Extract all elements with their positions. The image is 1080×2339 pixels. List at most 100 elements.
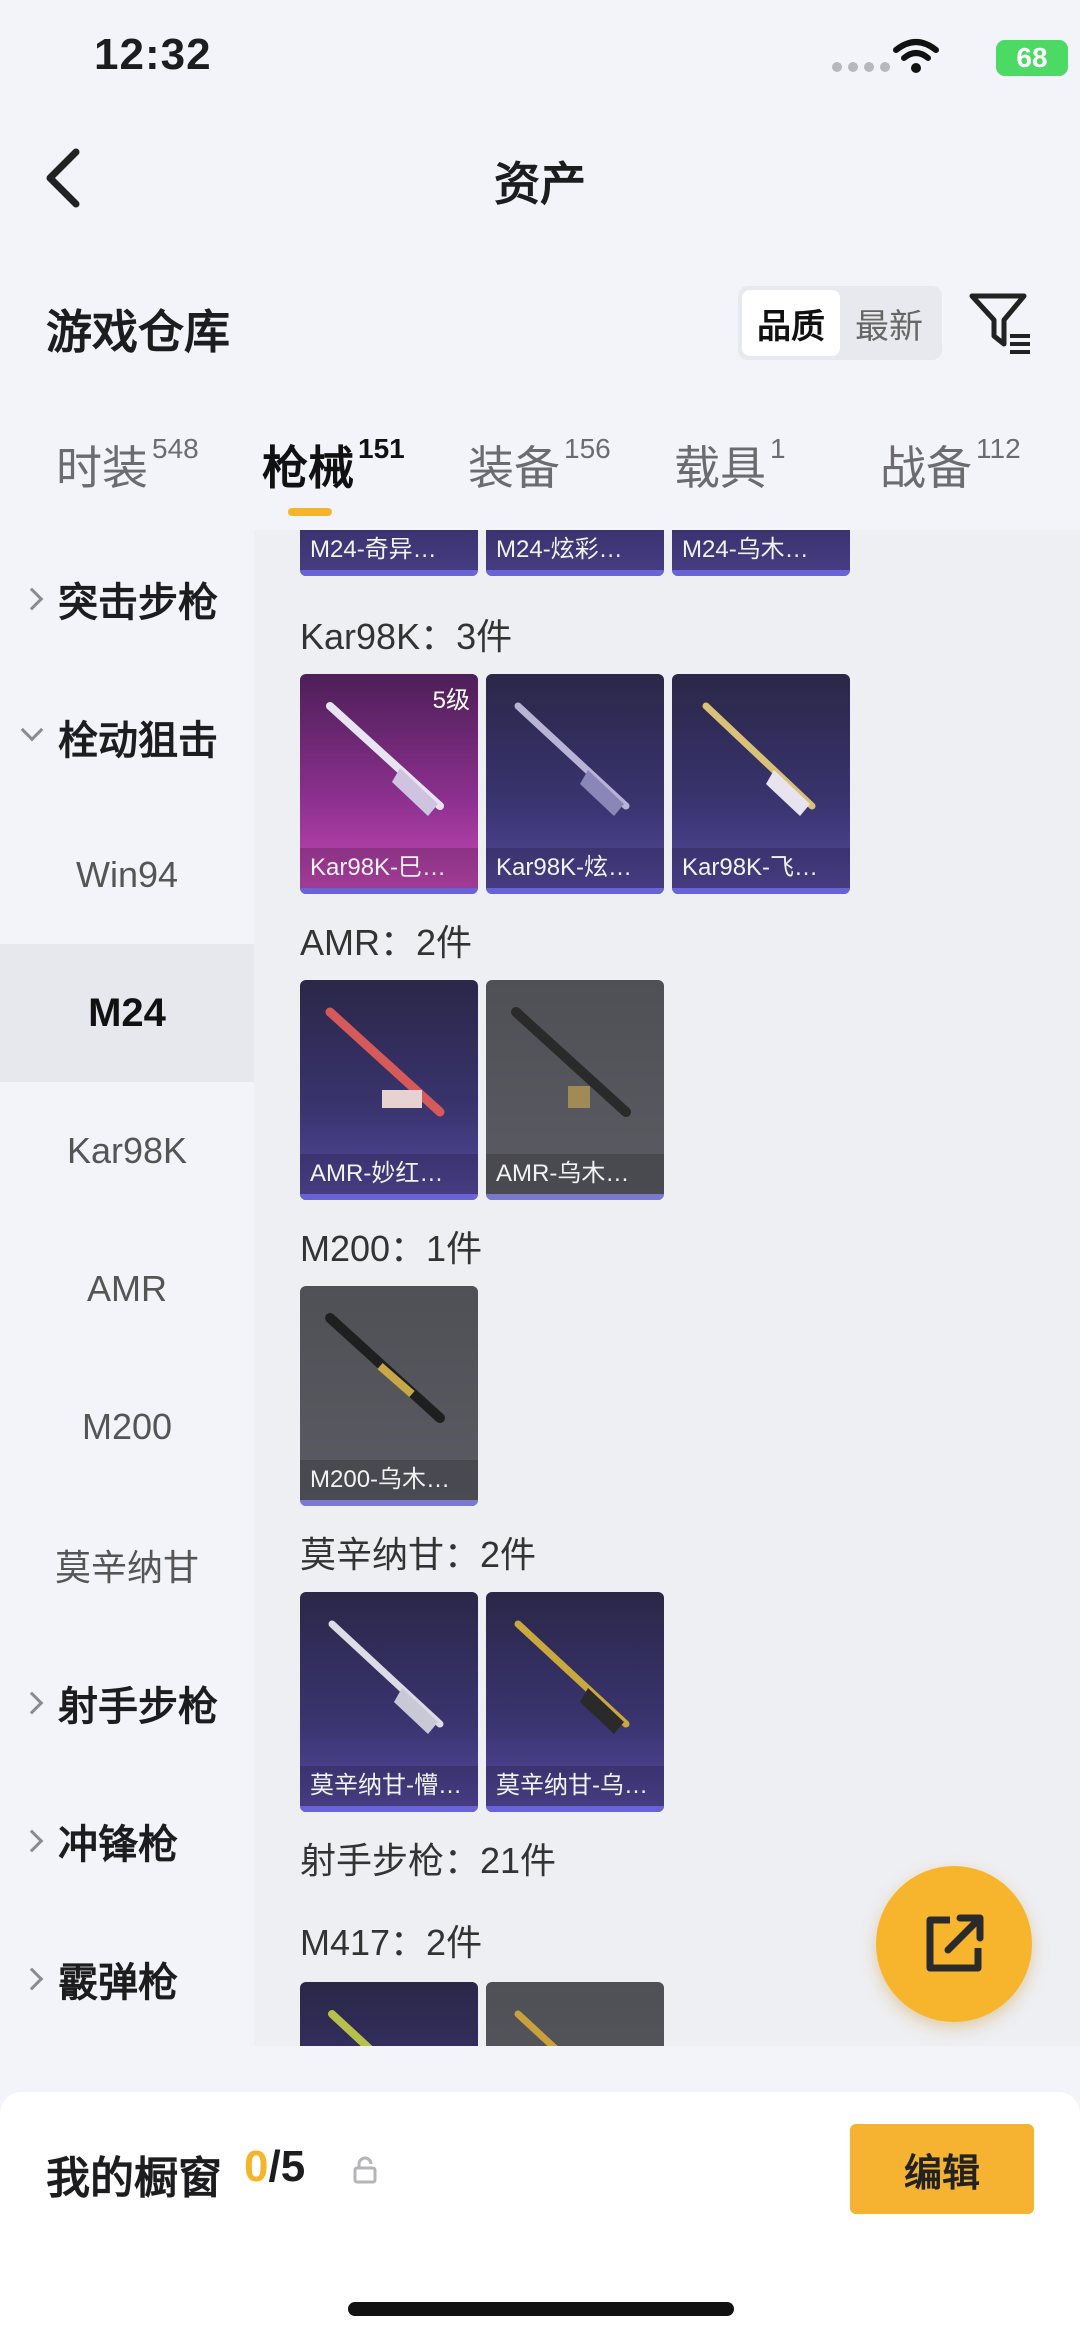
- tab-count: 112: [976, 432, 1021, 464]
- weapon-card[interactable]: 莫辛纳甘-懵…: [300, 1592, 478, 1812]
- sidebar-item-shotguns[interactable]: 霰弹枪: [0, 1910, 254, 2048]
- weapon-card[interactable]: M24-乌木…: [672, 530, 850, 576]
- sidebar-item-win94[interactable]: Win94: [0, 806, 254, 944]
- rarity-bar: [486, 1806, 664, 1812]
- rarity-bar: [300, 1194, 478, 1200]
- weapon-name: M24-奇异…: [300, 530, 478, 570]
- sidebar-item-label: 霰弹枪: [58, 1961, 178, 2005]
- tab-vehicles[interactable]: 载具 1: [674, 432, 786, 498]
- weapon-card[interactable]: [300, 1982, 478, 2046]
- weapon-name: M200-乌木…: [300, 1460, 478, 1500]
- edit-button[interactable]: 编辑: [850, 2124, 1034, 2214]
- lock-icon: [353, 2156, 377, 2184]
- rarity-bar: [672, 888, 850, 894]
- rifle-icon: [514, 2010, 558, 2046]
- sidebar-item-label: 突击步枪: [58, 581, 218, 625]
- weapon-card[interactable]: M200-乌木…: [300, 1286, 478, 1506]
- rifle-icon: [702, 702, 816, 816]
- sidebar-item-m200[interactable]: M200: [0, 1358, 254, 1496]
- weapon-card[interactable]: [486, 1982, 664, 2046]
- chevron-right-icon: [20, 1967, 44, 1991]
- sidebar-item-bolt-action-snipers[interactable]: 栓动狙击: [0, 668, 254, 806]
- tab-firearms[interactable]: 枪械 151: [262, 432, 405, 498]
- filter-icon[interactable]: [968, 290, 1034, 356]
- tab-label: 时装: [56, 442, 148, 494]
- sidebar-item-mosin-nagant[interactable]: 莫辛纳甘: [0, 1496, 254, 1634]
- rifle-icon: [514, 1620, 630, 1734]
- weapon-card[interactable]: AMR-妙红…: [300, 980, 478, 1200]
- showcase-total: /5: [268, 2142, 306, 2191]
- tab-supplies[interactable]: 战备 112: [880, 432, 1021, 498]
- rarity-bar: [300, 570, 478, 576]
- tab-label: 载具: [674, 442, 766, 494]
- chevron-down-icon: [20, 718, 44, 742]
- tab-count: 151: [358, 432, 405, 464]
- weapon-category-sidebar: 突击步枪 栓动狙击 Win94 M24 Kar98K AMR M200 莫辛纳甘…: [0, 530, 254, 2046]
- rifle-icon: [511, 1007, 631, 1117]
- chevron-right-icon: [20, 1829, 44, 1853]
- rifle-icon: [325, 1007, 445, 1117]
- tab-count: 156: [564, 432, 611, 464]
- home-indicator[interactable]: [348, 2302, 734, 2316]
- battery-indicator: 68: [996, 40, 1068, 76]
- group-heading: M200：1件: [300, 1228, 483, 1269]
- sort-option-latest[interactable]: 最新: [840, 290, 938, 356]
- weapon-card[interactable]: AMR-乌木…: [486, 980, 664, 1200]
- weapon-name: Kar98K-炫…: [486, 848, 664, 888]
- sidebar-item-amr[interactable]: AMR: [0, 1220, 254, 1358]
- weapon-name: Kar98K-巳…: [300, 848, 478, 888]
- rifle-icon: [514, 702, 630, 816]
- weapon-card[interactable]: 5级 Kar98K-巳…: [300, 674, 478, 894]
- sidebar-item-label: 栓动狙击: [58, 719, 218, 763]
- share-icon: [926, 1914, 984, 1972]
- sidebar-item-label: 冲锋枪: [58, 1823, 178, 1867]
- tab-count: 1: [770, 432, 786, 464]
- weapon-card[interactable]: Kar98K-炫…: [486, 674, 664, 894]
- group-heading: AMR：2件: [300, 922, 473, 963]
- weapon-name: 莫辛纳甘-懵…: [300, 1766, 478, 1806]
- rarity-bar: [300, 888, 478, 894]
- chevron-right-icon: [20, 587, 44, 611]
- sidebar-item-label: 射手步枪: [58, 1685, 218, 1729]
- tab-label: 装备: [468, 442, 560, 494]
- tab-fashion[interactable]: 时装 548: [56, 432, 199, 498]
- level-badge: 5级: [432, 687, 470, 714]
- sort-toggle: 品质 最新: [738, 286, 942, 360]
- weapon-card[interactable]: M24-炫彩…: [486, 530, 664, 576]
- group-heading: Kar98K：3件: [300, 616, 513, 657]
- tab-label: 战备: [880, 442, 972, 494]
- wifi-icon: [893, 39, 939, 73]
- sidebar-item-smgs[interactable]: 冲锋枪: [0, 1772, 254, 1910]
- weapon-grid-panel: M24-奇异… M24-炫彩… M24-乌木… Kar98K：3件 5级 Kar…: [254, 530, 1080, 2046]
- group-heading: M417：2件: [300, 1922, 483, 1963]
- showcase-count: 0/5: [244, 2142, 305, 2192]
- weapon-name: AMR-乌木…: [486, 1154, 664, 1194]
- weapon-card[interactable]: M24-奇异…: [300, 530, 478, 576]
- page-title: 资产: [494, 158, 586, 210]
- weapon-card[interactable]: 莫辛纳甘-乌…: [486, 1592, 664, 1812]
- warehouse-title: 游戏仓库: [46, 306, 230, 358]
- sidebar-item-m24[interactable]: M24: [0, 944, 254, 1082]
- rifle-icon: [328, 1620, 444, 1734]
- sidebar-item-kar98k[interactable]: Kar98K: [0, 1082, 254, 1220]
- tab-count: 548: [152, 432, 199, 464]
- rifle-icon: [325, 1313, 445, 1423]
- rifle-icon: [326, 702, 444, 816]
- rarity-bar: [486, 888, 664, 894]
- tab-equipment[interactable]: 装备 156: [468, 432, 611, 498]
- sidebar-item-assault-rifles[interactable]: 突击步枪: [0, 530, 254, 668]
- weapon-card[interactable]: Kar98K-飞…: [672, 674, 850, 894]
- showcase-title: 我的橱窗: [46, 2154, 222, 2203]
- share-button[interactable]: [876, 1866, 1032, 2022]
- rarity-bar: [672, 570, 850, 576]
- weapon-name: M24-炫彩…: [486, 530, 664, 570]
- tab-label: 枪械: [262, 442, 354, 494]
- weapon-name: 莫辛纳甘-乌…: [486, 1766, 664, 1806]
- section-heading: 射手步枪：21件: [300, 1840, 557, 1881]
- sort-option-quality[interactable]: 品质: [742, 290, 840, 356]
- cellular-signal-icon: [832, 62, 890, 72]
- rarity-bar: [300, 1500, 478, 1506]
- rarity-bar: [486, 570, 664, 576]
- chevron-right-icon: [20, 1691, 44, 1715]
- sidebar-item-marksman-rifles[interactable]: 射手步枪: [0, 1634, 254, 1772]
